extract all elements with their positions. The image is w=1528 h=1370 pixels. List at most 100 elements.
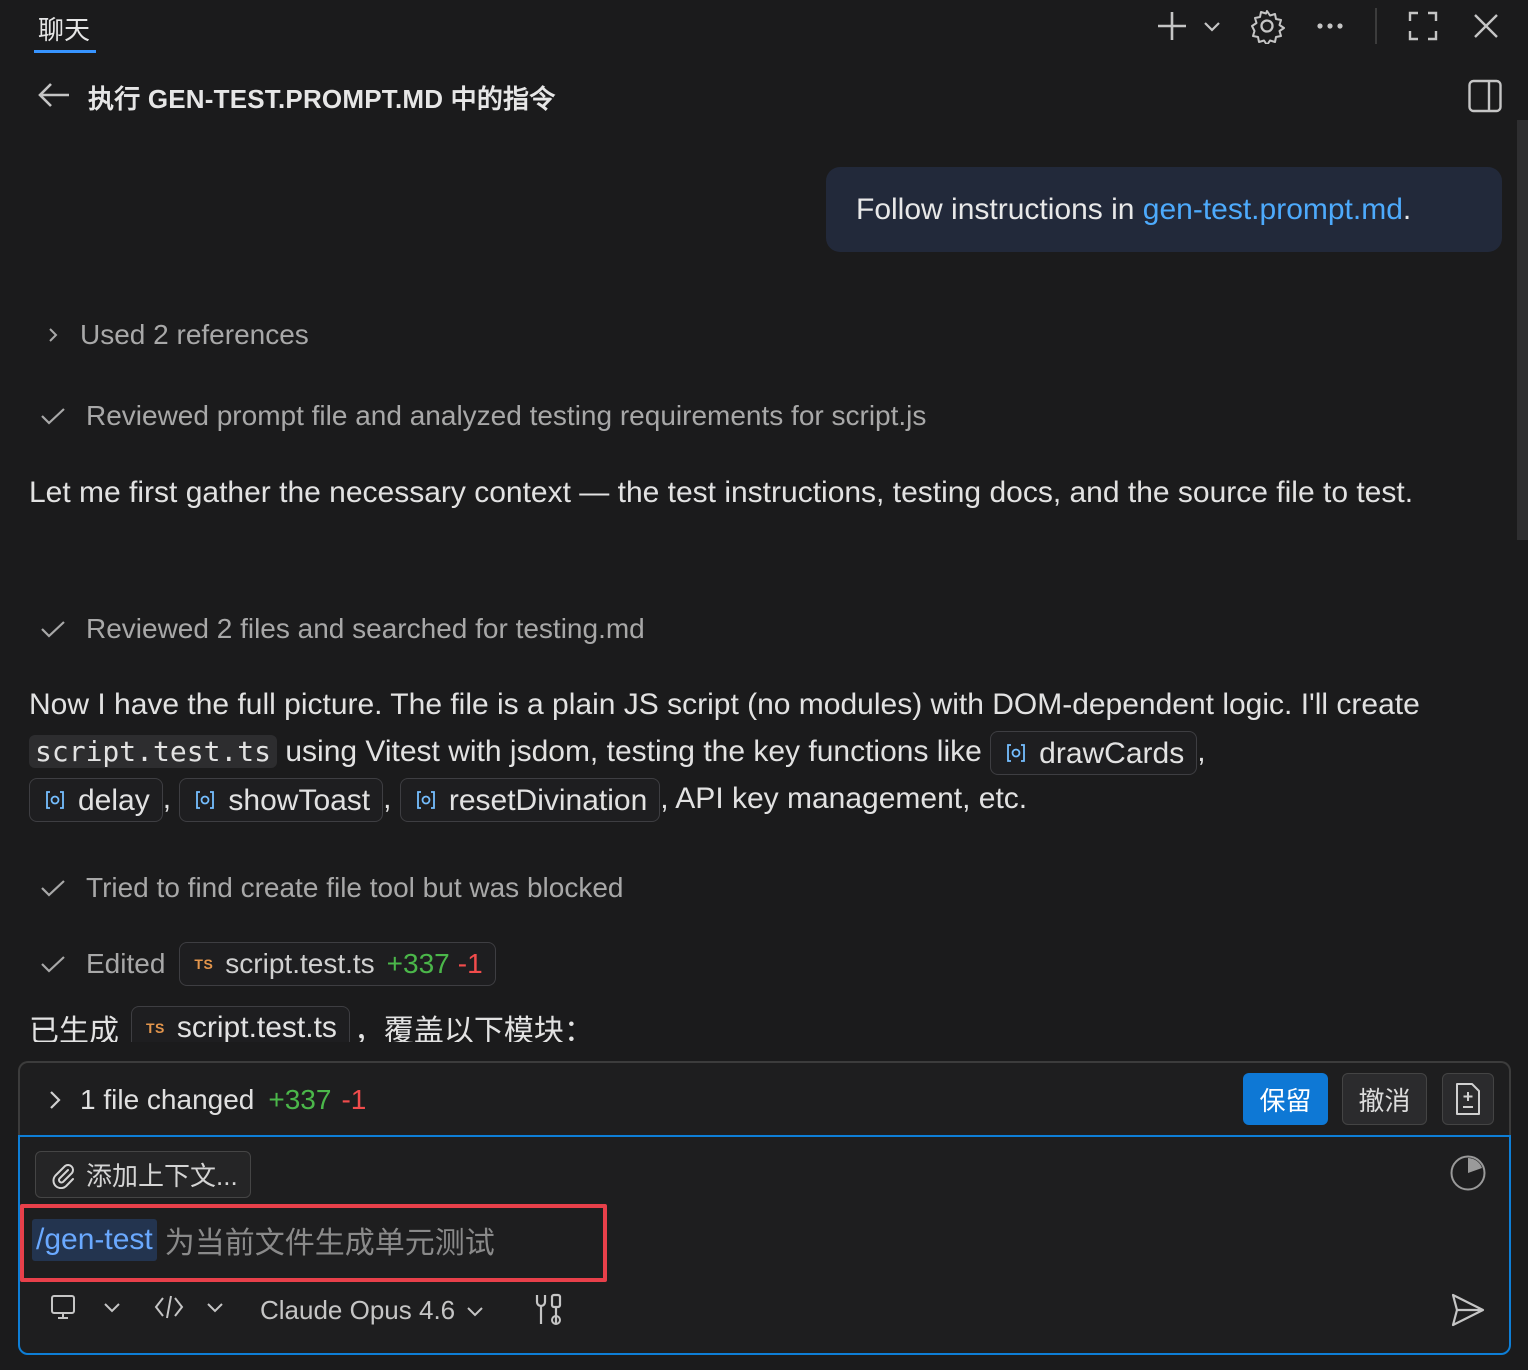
- paperclip-icon: [52, 1163, 74, 1189]
- more-icon: [1317, 23, 1343, 29]
- check-icon: [38, 401, 68, 431]
- tools-icon: [535, 1293, 562, 1325]
- edited-file-chip[interactable]: TS script.test.ts +337 -1: [179, 942, 496, 986]
- used-references-label: Used 2 references: [80, 319, 309, 350]
- symbol-name: resetDivination: [448, 783, 648, 817]
- step-edited-file: Edited TS script.test.ts +337 -1: [38, 942, 496, 986]
- maximize-button[interactable]: [1403, 6, 1443, 46]
- undo-button[interactable]: 撤消: [1342, 1073, 1427, 1125]
- symbol-method-icon: [415, 789, 437, 811]
- assistant-paragraph-plan: Now I have the full picture. The file is…: [29, 681, 1499, 823]
- back-button[interactable]: [36, 78, 72, 112]
- more-actions-button[interactable]: [1310, 8, 1350, 44]
- new-chat-button[interactable]: [1152, 8, 1192, 44]
- settings-button[interactable]: [1247, 6, 1287, 46]
- symbol-chip-drawcards[interactable]: drawCards: [990, 731, 1198, 776]
- input-placeholder: 为当前文件生成单元测试: [164, 1227, 495, 1260]
- plan-tail: , API key management, etc.: [660, 782, 1028, 816]
- chat-input-field[interactable]: /gen-test 为当前文件生成单元测试: [32, 1218, 495, 1262]
- files-changed-label: 1 file changed: [80, 1084, 255, 1115]
- chevron-down-icon: [104, 1303, 120, 1313]
- typescript-file-icon: TS: [194, 956, 214, 972]
- model-picker[interactable]: Claude Opus 4.6: [260, 1295, 485, 1326]
- chevron-down-icon: [207, 1303, 223, 1313]
- configure-tools-button[interactable]: [528, 1290, 568, 1330]
- summary-line: 已生成 TS script.test.ts ，覆盖以下模块：: [29, 1006, 594, 1042]
- lines-removed: -1: [457, 948, 483, 979]
- lines-added: +337: [386, 948, 450, 979]
- step-label: Reviewed 2 files and searched for testin…: [86, 613, 645, 644]
- back-arrow-icon: [38, 83, 69, 107]
- prompt-file-link[interactable]: gen-test.prompt.md: [1143, 193, 1403, 227]
- mode-picker[interactable]: [153, 1292, 225, 1322]
- close-icon: [1474, 14, 1498, 38]
- code-icon: [154, 1295, 184, 1319]
- close-button[interactable]: [1466, 6, 1506, 46]
- context-usage-icon: [1450, 1155, 1486, 1191]
- summary-prefix: 已生成: [29, 1015, 119, 1042]
- send-button[interactable]: [1446, 1288, 1490, 1332]
- step-reviewed-prompt[interactable]: Reviewed prompt file and analyzed testin…: [38, 400, 926, 432]
- session-target-picker[interactable]: [48, 1292, 122, 1322]
- summary-file-name: script.test.ts: [176, 1011, 337, 1042]
- tab-chat[interactable]: 聊天: [38, 10, 90, 47]
- slash-command-token: /gen-test: [32, 1219, 157, 1261]
- edited-file-name: script.test.ts: [225, 948, 375, 979]
- used-references-toggle[interactable]: Used 2 references: [38, 319, 309, 351]
- chevron-right-icon: [38, 320, 68, 350]
- symbol-name: showToast: [228, 783, 371, 817]
- keep-button[interactable]: 保留: [1243, 1073, 1328, 1125]
- symbol-method-icon: [1005, 742, 1027, 764]
- symbol-method-icon: [194, 789, 216, 811]
- typescript-file-icon: TS: [146, 1020, 165, 1036]
- edited-label: Edited: [86, 948, 166, 979]
- monitor-icon: [51, 1295, 75, 1319]
- split-view-icon: [1468, 79, 1502, 113]
- comma: ,: [1197, 735, 1206, 768]
- step-label: Reviewed prompt file and analyzed testin…: [86, 400, 927, 431]
- chat-scrollbar[interactable]: [1517, 120, 1528, 540]
- step-label: Tried to find create file tool but was b…: [86, 872, 624, 903]
- model-name: Claude Opus 4.6: [260, 1295, 456, 1325]
- user-message-prefix: Follow instructions in: [856, 192, 1143, 226]
- diff-icon: [1456, 1083, 1480, 1115]
- chevron-down-icon: [467, 1306, 483, 1316]
- maximize-icon: [1408, 11, 1438, 41]
- check-icon: [38, 873, 68, 903]
- plus-icon: [1158, 12, 1186, 40]
- toolbar-separator: [1375, 8, 1377, 44]
- plan-text-2: using Vitest with jsdom, testing the key…: [277, 735, 991, 768]
- plan-text-1: Now I have the full picture. The file is…: [29, 688, 1420, 721]
- send-icon: [1451, 1293, 1485, 1327]
- inline-code-filename: script.test.ts: [29, 735, 278, 768]
- check-icon: [38, 949, 68, 979]
- user-message-suffix: .: [1402, 192, 1412, 226]
- lines-added: +337: [268, 1084, 332, 1115]
- summary-suffix: ，覆盖以下模块：: [353, 1015, 594, 1042]
- active-tab-indicator: [34, 50, 96, 53]
- symbol-chip-delay[interactable]: delay: [29, 778, 163, 823]
- chevron-down-icon: [1204, 22, 1220, 32]
- lines-removed: -1: [341, 1084, 367, 1115]
- files-changed-toggle[interactable]: 1 file changed +337 -1: [40, 1084, 366, 1116]
- symbol-chip-resetdivination[interactable]: resetDivination: [399, 778, 661, 823]
- step-reviewed-files[interactable]: Reviewed 2 files and searched for testin…: [38, 613, 645, 645]
- comma: ,: [383, 782, 392, 816]
- symbol-name: delay: [78, 783, 150, 817]
- view-diff-button[interactable]: [1442, 1073, 1494, 1125]
- new-chat-dropdown[interactable]: [1198, 12, 1226, 40]
- gear-icon: [1251, 10, 1285, 44]
- comma: ,: [162, 782, 172, 816]
- chat-session-title: 执行 GEN-TEST.PROMPT.MD 中的指令: [88, 84, 556, 114]
- add-context-label: 添加上下文...: [86, 1161, 238, 1191]
- summary-file-chip[interactable]: TS script.test.ts: [131, 1006, 350, 1042]
- step-tried-tool[interactable]: Tried to find create file tool but was b…: [38, 872, 623, 904]
- user-message-bubble: Follow instructions in gen-test.prompt.m…: [826, 167, 1502, 252]
- assistant-paragraph-context: Let me first gather the necessary contex…: [29, 476, 1414, 509]
- symbol-method-icon: [44, 789, 66, 811]
- add-context-button[interactable]: 添加上下文...: [35, 1151, 251, 1198]
- symbol-chip-showtoast[interactable]: showToast: [179, 778, 384, 823]
- toggle-split-view-button[interactable]: [1465, 76, 1505, 116]
- check-icon: [38, 614, 68, 644]
- context-usage-indicator[interactable]: [1446, 1151, 1490, 1195]
